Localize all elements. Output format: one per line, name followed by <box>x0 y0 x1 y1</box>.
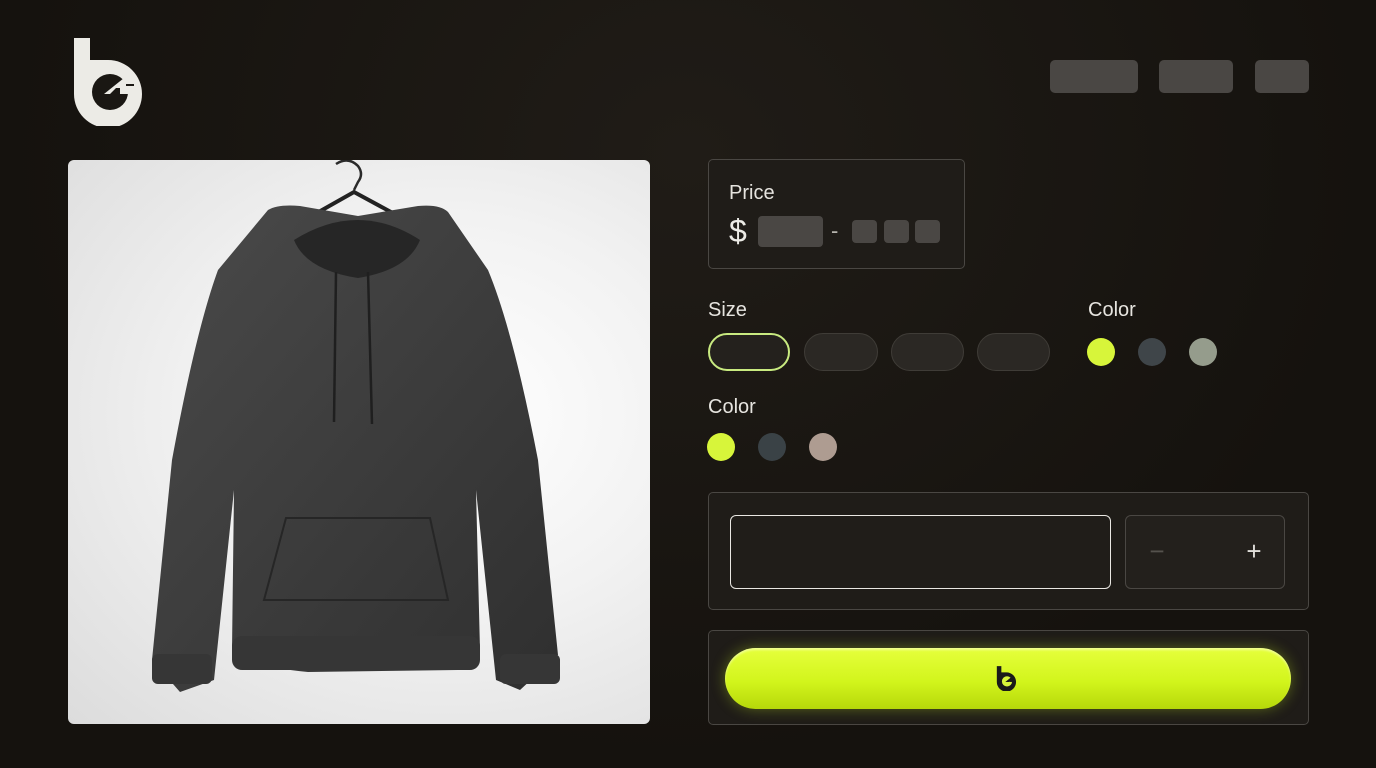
minus-icon[interactable]: − <box>1144 538 1170 564</box>
price-digit-placeholder <box>852 220 877 243</box>
size-option-1[interactable] <box>708 333 790 371</box>
hoodie-image <box>152 160 560 692</box>
color-label: Color <box>1088 299 1136 321</box>
size-option-2[interactable] <box>804 333 878 371</box>
size-option-3[interactable] <box>891 333 964 371</box>
price-value-placeholder <box>758 216 823 247</box>
nav-item-3[interactable] <box>1255 60 1309 93</box>
nav-item-2[interactable] <box>1159 60 1233 93</box>
price-digit-placeholder <box>915 220 940 243</box>
currency-symbol: $ <box>729 213 747 249</box>
color-swatch-slate[interactable] <box>758 433 786 461</box>
size-option-4[interactable] <box>977 333 1050 371</box>
price-box: Price $ - <box>708 159 965 269</box>
brand-logo-icon <box>74 38 142 128</box>
brand-logo-icon <box>996 666 1017 691</box>
color-swatch-taupe[interactable] <box>809 433 837 461</box>
add-to-cart-button[interactable] <box>725 648 1291 709</box>
color-swatch-sage[interactable] <box>1189 338 1217 366</box>
product-image <box>68 160 650 724</box>
size-label: Size <box>708 299 747 321</box>
color-label-secondary: Color <box>708 396 756 418</box>
brand-logo[interactable] <box>64 34 156 128</box>
color-swatch-lime[interactable] <box>1087 338 1115 366</box>
color-swatch-lime[interactable] <box>707 433 735 461</box>
price-label: Price <box>729 182 775 204</box>
color-swatch-charcoal[interactable] <box>1138 338 1166 366</box>
nav-item-1[interactable] <box>1050 60 1138 93</box>
price-separator: - <box>831 218 839 243</box>
plus-icon[interactable]: + <box>1241 538 1267 564</box>
quantity-input[interactable] <box>730 515 1111 589</box>
price-digit-placeholder <box>884 220 909 243</box>
quantity-stepper[interactable]: − + <box>1125 515 1285 589</box>
